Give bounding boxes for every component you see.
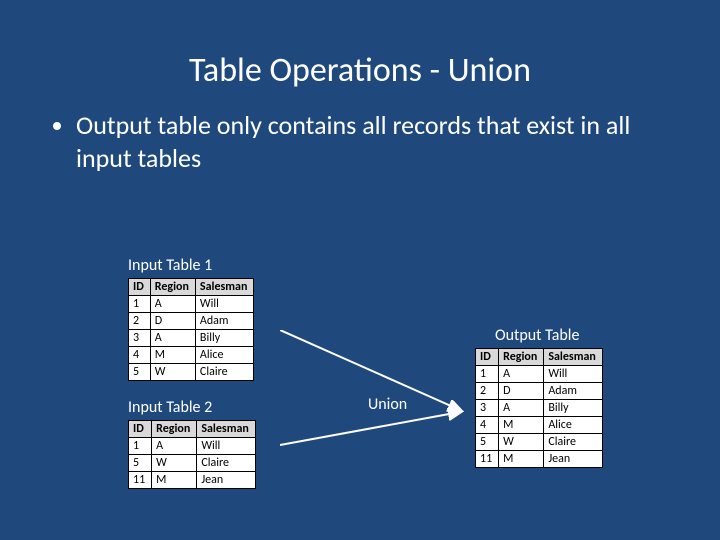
col-id: ID (129, 279, 151, 296)
table-row: 2DAdam (476, 383, 603, 400)
table-row: 3ABilly (476, 400, 603, 417)
input2-label: Input Table 2 (128, 398, 212, 417)
table-row: 1AWill (129, 438, 256, 455)
arrow-icon (280, 400, 480, 455)
col-region: Region (150, 279, 195, 296)
input1-label: Input Table 1 (128, 256, 212, 275)
col-salesman: Salesman (544, 349, 603, 366)
col-salesman: Salesman (195, 279, 254, 296)
output-label: Output Table (495, 326, 579, 345)
col-region: Region (499, 349, 544, 366)
table-row: 3ABilly (129, 330, 254, 347)
table-row: 5WClaire (129, 455, 256, 472)
table-row: 11MJean (476, 451, 603, 468)
table-row: 5WClaire (129, 364, 254, 381)
slide: Table Operations - Union Output table on… (0, 0, 720, 540)
input-table-2: ID Region Salesman 1AWill 5WClaire 11MJe… (128, 420, 256, 489)
table-row: 11MJean (129, 472, 256, 489)
col-id: ID (129, 421, 152, 438)
table-row: 1AWill (476, 366, 603, 383)
output-table: ID Region Salesman 1AWill 2DAdam 3ABilly… (475, 348, 603, 468)
table-row: 4MAlice (129, 347, 254, 364)
table-row: 1AWill (129, 296, 254, 313)
bullet-item: Output table only contains all records t… (76, 109, 680, 174)
table-row: 5WClaire (476, 434, 603, 451)
table-row: 4MAlice (476, 417, 603, 434)
col-salesman: Salesman (197, 421, 256, 438)
bullet-list: Output table only contains all records t… (0, 91, 720, 174)
table-row: 2DAdam (129, 313, 254, 330)
col-region: Region (152, 421, 197, 438)
page-title: Table Operations - Union (0, 0, 720, 91)
col-id: ID (476, 349, 499, 366)
input-table-1: ID Region Salesman 1AWill 2DAdam 3ABilly… (128, 278, 254, 381)
